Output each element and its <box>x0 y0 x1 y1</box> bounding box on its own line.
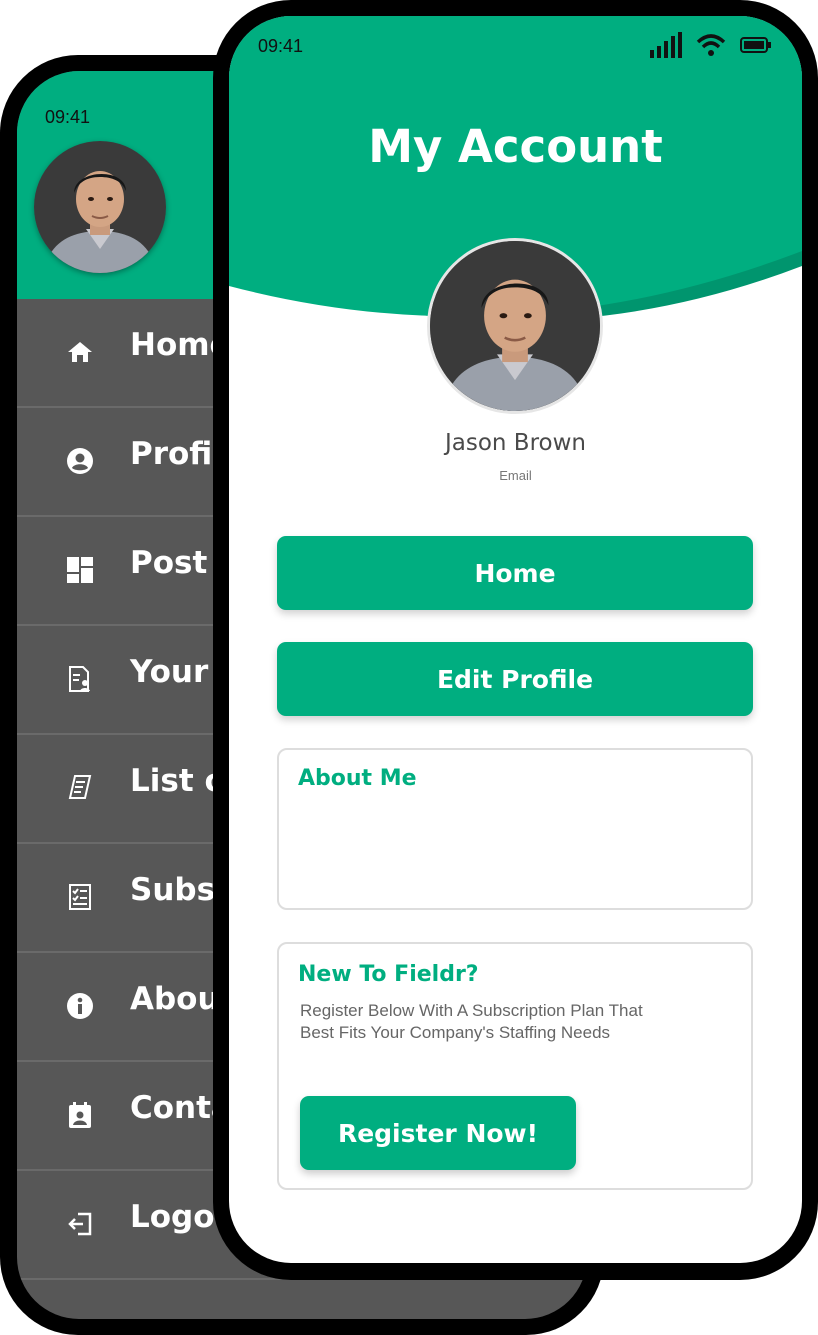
wifi-icon <box>696 33 726 62</box>
register-now-button[interactable]: Register Now! <box>300 1096 576 1170</box>
receipt-icon <box>65 773 95 803</box>
user-email: Email <box>499 468 532 483</box>
contact-calendar-icon <box>65 1100 95 1130</box>
battery-icon <box>740 37 772 58</box>
status-time: 09:41 <box>45 107 91 127</box>
drawer-avatar[interactable] <box>34 141 166 273</box>
drawer-item-label: Logo <box>130 1199 215 1235</box>
account-screen: 09:41 My Account Jason Brown Email Home … <box>229 16 802 1263</box>
about-me-card[interactable]: About Me <box>277 748 753 910</box>
status-icons <box>650 32 772 63</box>
page-title: My Account <box>368 120 663 173</box>
edit-profile-button[interactable]: Edit Profile <box>277 642 753 716</box>
logout-icon <box>65 1209 95 1239</box>
about-me-title: About Me <box>298 766 417 791</box>
new-to-fieldr-card: New To Fieldr? Register Below With A Sub… <box>277 942 753 1190</box>
profile-avatar[interactable] <box>427 238 603 414</box>
document-person-icon <box>65 664 95 694</box>
account-phone-frame: 09:41 My Account Jason Brown Email Home … <box>213 0 818 1280</box>
home-button[interactable]: Home <box>277 536 753 610</box>
info-icon <box>65 991 95 1021</box>
promo-text: Register Below With A Subscription Plan … <box>300 1001 643 1042</box>
signal-icon <box>650 32 682 63</box>
checklist-icon <box>65 882 95 912</box>
user-name: Jason Brown <box>444 430 586 456</box>
promo-title: New To Fieldr? <box>298 962 479 987</box>
account-circle-icon <box>65 446 95 476</box>
dashboard-icon <box>65 555 95 585</box>
status-time: 09:41 <box>258 36 304 56</box>
home-icon <box>65 337 95 367</box>
